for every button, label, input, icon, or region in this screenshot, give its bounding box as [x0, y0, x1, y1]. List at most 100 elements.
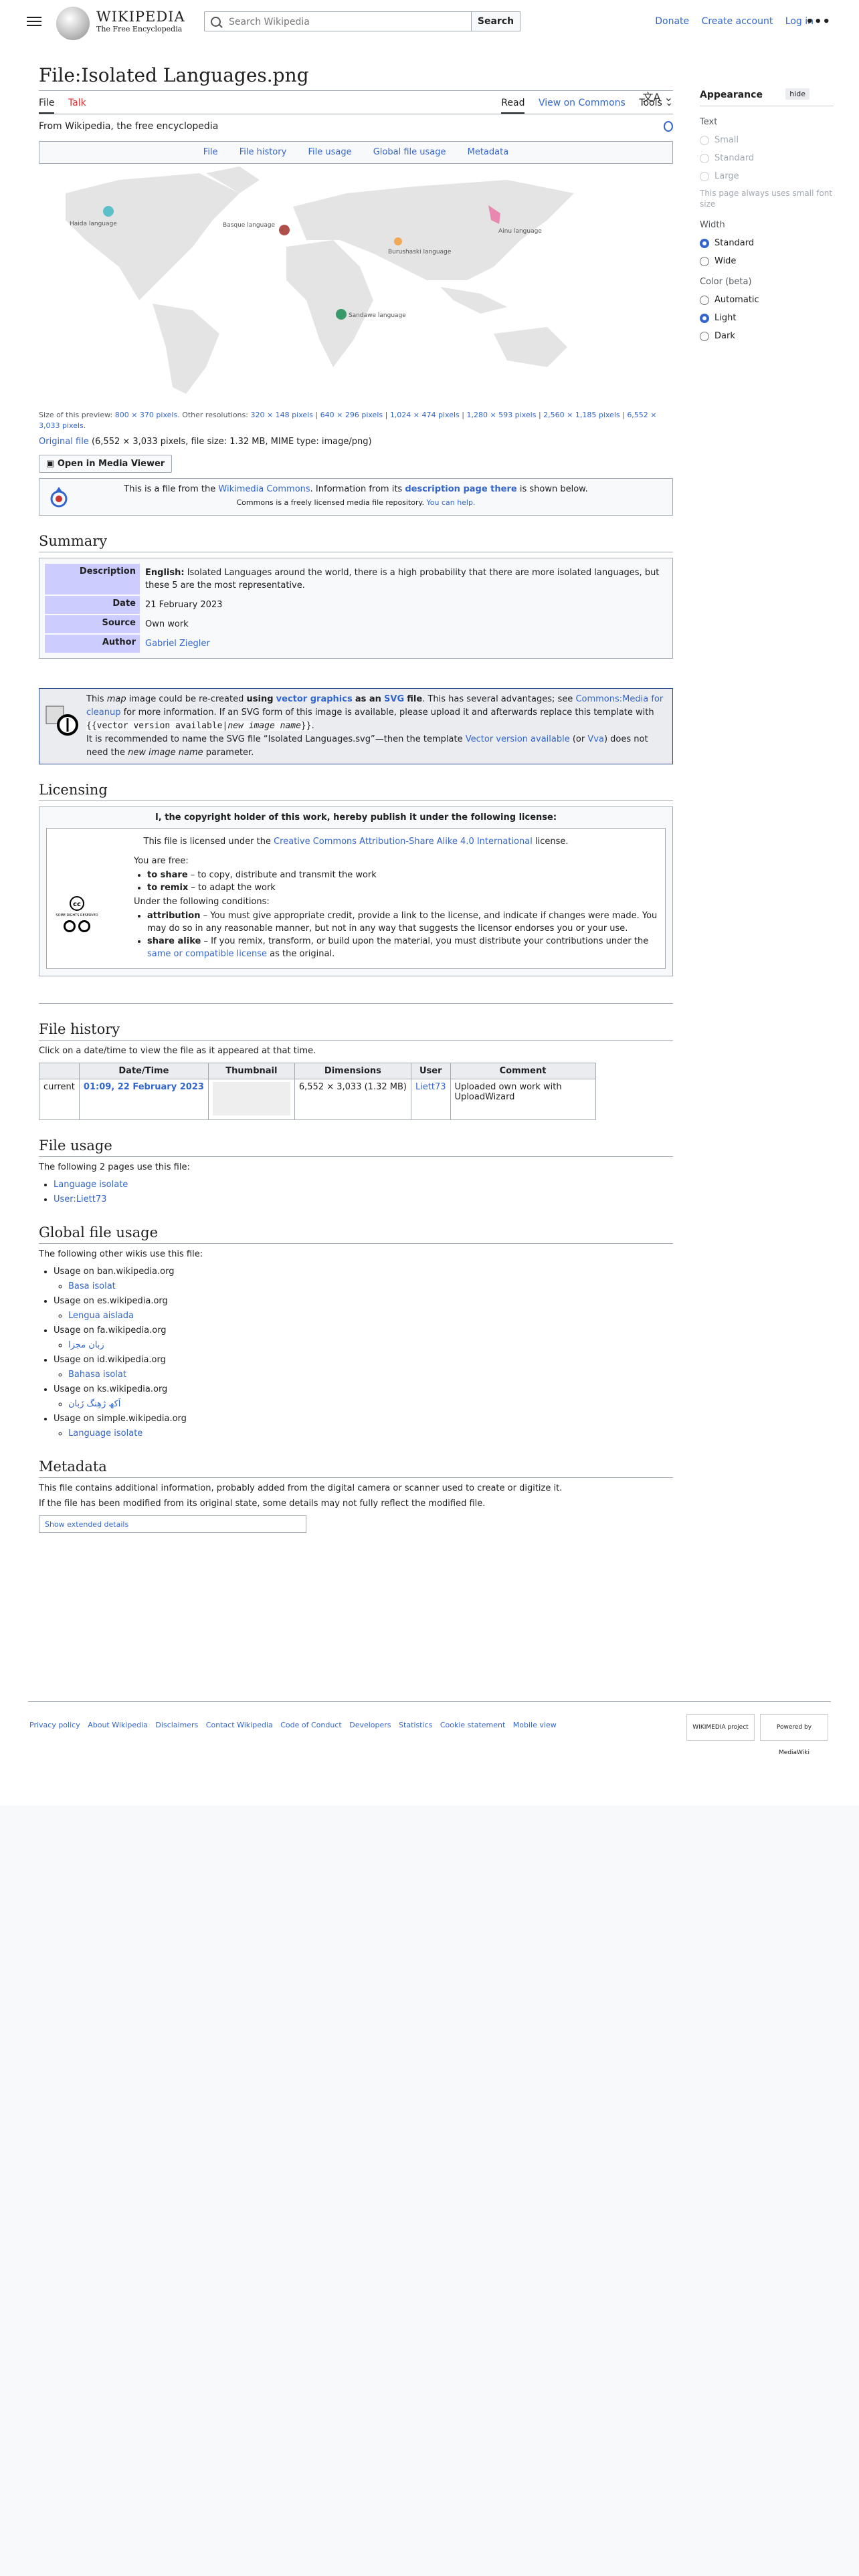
svg-link[interactable]: SVG: [384, 694, 404, 704]
revision-thumbnail[interactable]: [212, 1082, 290, 1115]
tools-menu[interactable]: Tools ⌄: [639, 98, 673, 108]
toc-global-file-usage[interactable]: Global file usage: [373, 147, 446, 157]
color-light-radio[interactable]: Light: [700, 313, 834, 323]
tab-file[interactable]: File: [39, 98, 55, 114]
wiki-page-link[interactable]: اَکھ ژھِنگ زَبان: [68, 1399, 120, 1409]
condition-item: attribution – You must give appropriate …: [147, 909, 658, 935]
res-link[interactable]: 1,280 × 593 pixels: [466, 411, 536, 419]
res-link[interactable]: 2,560 × 1,185 pixels: [543, 411, 619, 419]
tab-talk[interactable]: Talk: [68, 98, 86, 108]
notice-text: using: [246, 694, 274, 704]
cc-some-rights-text: SOME RIGHTS RESERVED: [56, 914, 98, 918]
donate-link[interactable]: Donate: [655, 16, 689, 27]
summary-label: Date: [45, 596, 140, 614]
powered-by-mediawiki-badge[interactable]: Powered by MediaWiki: [760, 1714, 828, 1756]
more-options-icon[interactable]: •••: [805, 15, 831, 29]
footer-link[interactable]: Privacy policy: [29, 1721, 80, 1729]
notice-text: It is recommended to name the SVG file “…: [86, 734, 463, 744]
wiki-name: Usage on ban.wikipedia.org: [54, 1267, 175, 1277]
wiki-page-link[interactable]: Basa isolat: [68, 1281, 116, 1291]
original-file-link[interactable]: Original file: [39, 437, 89, 447]
footer-link[interactable]: Contact Wikipedia: [206, 1721, 273, 1729]
wikimedia-project-badge[interactable]: WIKIMEDIA project: [686, 1714, 755, 1741]
text-size-small-radio[interactable]: Small: [700, 135, 834, 145]
footer-link[interactable]: Developers: [349, 1721, 391, 1729]
search-button[interactable]: Search: [471, 11, 520, 31]
revision-date-link[interactable]: 01:09, 22 February 2023: [84, 1082, 204, 1092]
notice-text: . This has several advantages; see: [422, 694, 573, 704]
cc-license-link[interactable]: Creative Commons Attribution-Share Alike…: [274, 837, 533, 847]
list-item: Usage on id.wikipedia.org Bahasa isolat: [54, 1353, 673, 1382]
footer-link[interactable]: About Wikipedia: [88, 1721, 148, 1729]
wiki-name: Usage on fa.wikipedia.org: [54, 1325, 167, 1335]
wiki-page-link[interactable]: Language isolate: [68, 1428, 142, 1438]
search-input[interactable]: [227, 15, 464, 29]
cc-by-sa-logo[interactable]: cc SOME RIGHTS RESERVED: [54, 895, 100, 936]
metadata-heading: Metadata: [39, 1459, 673, 1478]
notice-text: file: [407, 694, 423, 704]
toc-file-history[interactable]: File history: [240, 147, 287, 157]
main-menu-icon[interactable]: [27, 15, 41, 28]
vva-link[interactable]: Vva: [587, 734, 604, 744]
toc-file-usage[interactable]: File usage: [308, 147, 351, 157]
wiki-page-link[interactable]: زبان مجزا: [68, 1340, 104, 1350]
search-box[interactable]: [204, 11, 472, 31]
original-file-meta: (6,552 × 3,033 pixels, file size: 1.32 M…: [91, 437, 372, 447]
show-extended-details-button[interactable]: Show extended details: [39, 1515, 306, 1533]
res-link[interactable]: 1,024 × 474 pixels: [390, 411, 460, 419]
wiki-page-link[interactable]: Bahasa isolat: [68, 1370, 126, 1380]
wiki-name: Usage on es.wikipedia.org: [54, 1296, 168, 1306]
wikipedia-globe-logo[interactable]: [56, 7, 90, 40]
compatible-license-link[interactable]: same or compatible license: [147, 949, 267, 959]
preview-size-label: Size of this preview:: [39, 411, 113, 419]
logo-wordmark[interactable]: WIKIPEDIA: [96, 9, 185, 25]
appearance-title: Appearance: [700, 90, 763, 100]
usage-page-link[interactable]: Language isolate: [54, 1180, 128, 1190]
footer-link[interactable]: Mobile view: [513, 1721, 557, 1729]
media-viewer-button[interactable]: ▣ Open in Media Viewer: [39, 455, 173, 473]
vector-graphics-link[interactable]: vector graphics: [276, 694, 353, 704]
radio-label: Wide: [714, 256, 737, 266]
wiki-page-link[interactable]: Lengua aislada: [68, 1311, 134, 1321]
width-standard-radio[interactable]: Standard: [700, 238, 834, 248]
description-page-link[interactable]: description page there: [405, 484, 516, 494]
conditions-label: Under the following conditions:: [134, 897, 270, 907]
file-preview-image[interactable]: Haida language Basque language Burushask…: [39, 167, 673, 407]
col-status: [39, 1063, 80, 1079]
tab-view-on-commons[interactable]: View on Commons: [539, 98, 626, 108]
width-wide-radio[interactable]: Wide: [700, 256, 834, 266]
summary-row: Description English: Isolated Languages …: [45, 564, 667, 595]
create-account-link[interactable]: Create account: [702, 16, 773, 27]
res-link[interactable]: 320 × 148 pixels: [250, 411, 312, 419]
file-usage-heading: File usage: [39, 1138, 673, 1157]
res-link[interactable]: 640 × 296 pixels: [320, 411, 383, 419]
toc-metadata[interactable]: Metadata: [468, 147, 509, 157]
wikimedia-commons-link[interactable]: Wikimedia Commons: [218, 484, 310, 494]
footer-link[interactable]: Code of Conduct: [280, 1721, 341, 1729]
width-label: Width: [700, 220, 725, 230]
list-item: Usage on ks.wikipedia.org اَکھ ژھِنگ زَبا…: [54, 1382, 673, 1412]
you-can-help-link[interactable]: You can help.: [426, 498, 475, 507]
text-size-standard-radio[interactable]: Standard: [700, 153, 834, 163]
tab-read[interactable]: Read: [501, 98, 525, 114]
hide-appearance-button[interactable]: hide: [785, 88, 809, 100]
text-size-large-radio[interactable]: Large: [700, 171, 834, 181]
footer-link[interactable]: Statistics: [399, 1721, 432, 1729]
color-dark-radio[interactable]: Dark: [700, 331, 834, 341]
radio-label: Dark: [714, 331, 735, 341]
footer-link[interactable]: Cookie statement: [440, 1721, 505, 1729]
footer-link[interactable]: Disclaimers: [155, 1721, 198, 1729]
svg-text:cc: cc: [73, 901, 81, 908]
author-link[interactable]: Gabriel Ziegler: [145, 639, 210, 649]
color-automatic-radio[interactable]: Automatic: [700, 295, 834, 305]
haida-label: Haida language: [70, 221, 117, 227]
vector-version-link[interactable]: Vector version available: [466, 734, 570, 744]
condition-title: share alike: [147, 936, 201, 946]
toc-file[interactable]: File: [203, 147, 218, 157]
user-link[interactable]: Liett73: [415, 1082, 446, 1092]
notice-text: image could be re-created: [128, 694, 244, 704]
usage-page-link[interactable]: User:Liett73: [54, 1194, 106, 1204]
condition-text: – You must give appropriate credit, prov…: [147, 911, 658, 934]
preview-size-link[interactable]: 800 × 370 pixels: [115, 411, 177, 419]
color-label: Color (beta): [700, 277, 752, 287]
